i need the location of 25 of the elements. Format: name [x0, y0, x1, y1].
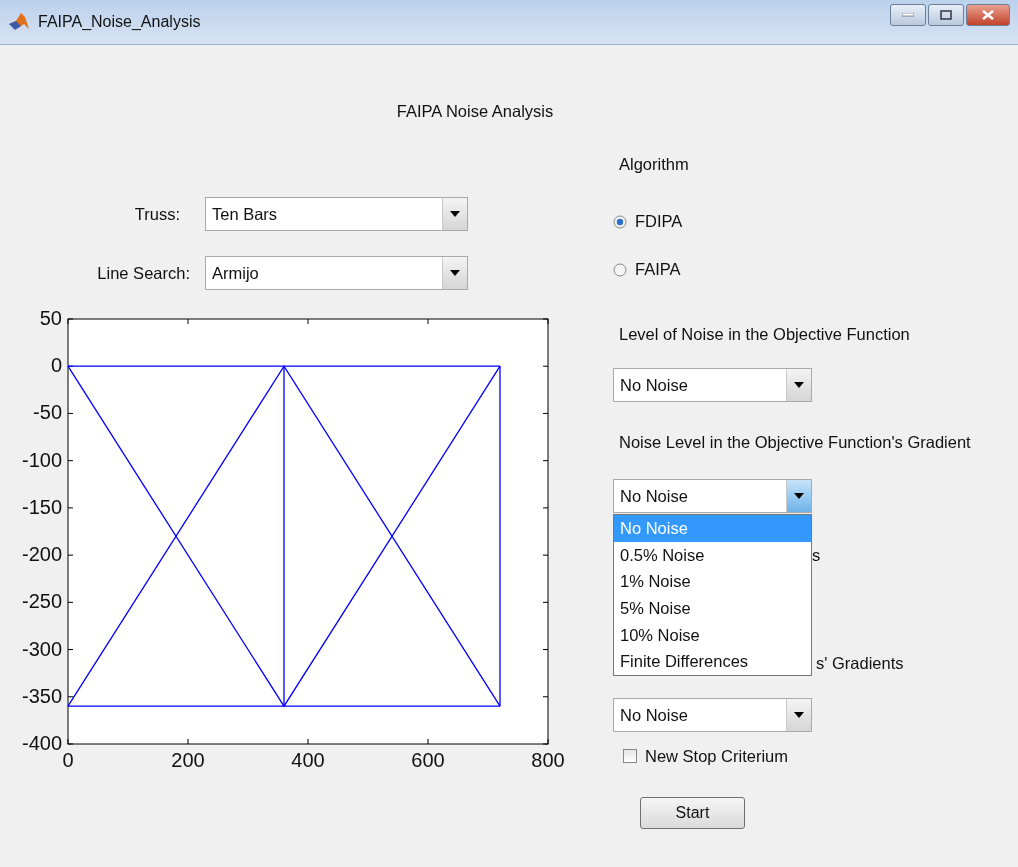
x-tick-label: 400: [291, 749, 325, 771]
truss-label: Truss:: [133, 206, 180, 222]
y-tick-label: -100: [21, 448, 62, 471]
y-tick-label: -150: [21, 495, 62, 518]
y-tick-label: 50: [39, 307, 62, 329]
objective-noise-label: Level of Noise in the Objective Function: [619, 326, 911, 342]
x-tick-label: 600: [411, 749, 445, 771]
checkbox-label: New Stop Criterium: [645, 748, 789, 764]
algorithm-label: Algorithm: [619, 156, 690, 172]
partial-label: s: [812, 547, 822, 563]
y-tick-label: -250: [21, 590, 62, 613]
x-tick-label: 200: [171, 749, 205, 771]
y-tick-label: -400: [21, 732, 62, 754]
y-tick-label: -350: [21, 684, 62, 707]
x-tick-label: 0: [62, 749, 74, 771]
y-tick-label: -300: [21, 637, 62, 660]
x-tick-label: 800: [531, 749, 565, 771]
line-search-label: Line Search:: [96, 265, 190, 281]
constraint-gradient-label: s' Gradients: [816, 655, 905, 671]
y-tick-label: -50: [33, 401, 62, 424]
window-title: FAIPA_Noise_Analysis: [38, 13, 202, 31]
y-tick-label: -200: [21, 543, 62, 566]
panel-heading: FAIPA Noise Analysis: [396, 103, 554, 119]
y-tick-label: 0: [50, 354, 62, 377]
gradient-noise-label: Noise Level in the Objective Function's Gradient: [619, 434, 971, 450]
